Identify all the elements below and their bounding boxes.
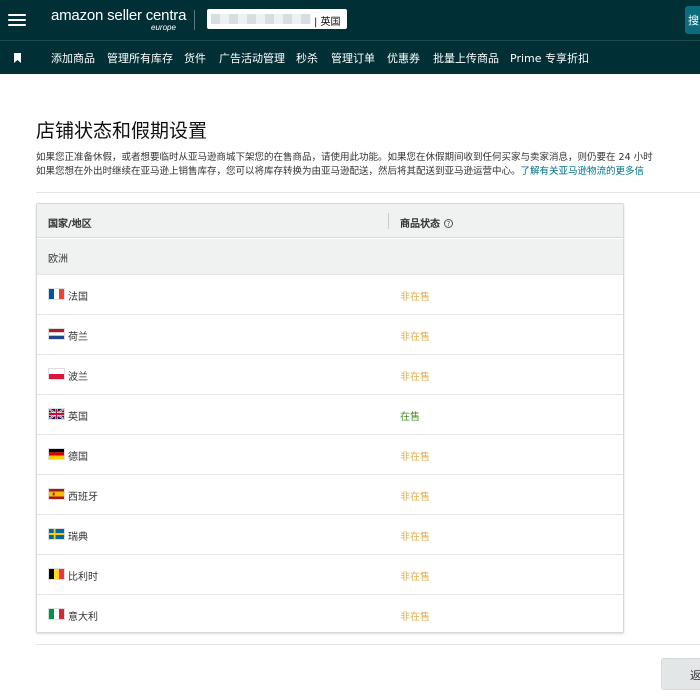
- column-header-country: 国家/地区: [48, 219, 92, 230]
- nav-item-manage-orders[interactable]: 管理订单: [331, 50, 375, 66]
- nav-item-shipments[interactable]: 货件: [184, 50, 206, 66]
- column-header-status-label: 商品状态: [400, 219, 440, 230]
- uk-flag-icon: [48, 408, 65, 420]
- store-marketplace-label: | 英国: [314, 17, 341, 28]
- nav-item-prime-discounts[interactable]: Prime 专享折扣: [510, 50, 589, 66]
- nav-item-manage-inventory[interactable]: 管理所有库存: [107, 50, 173, 66]
- germany-flag-icon: [48, 448, 65, 460]
- page-description: 如果您正准备休假，或者想要临时从亚马逊商城下架您的在售商品，请使用此功能。如果您…: [36, 151, 700, 179]
- italy-flag-icon: [48, 608, 65, 620]
- table-row: 波兰 非在售: [37, 355, 623, 395]
- status-badge: 非在售: [400, 492, 430, 503]
- status-badge: 在售: [400, 412, 420, 423]
- table-row: 荷兰 非在售: [37, 315, 623, 355]
- logo-region-label: europe: [151, 23, 176, 32]
- search-button[interactable]: 搜: [685, 6, 700, 34]
- seller-central-logo[interactable]: amazon seller centra: [51, 7, 186, 24]
- nav-item-bulk-upload[interactable]: 批量上传商品: [433, 50, 499, 66]
- main-navigation: 添加商品 管理所有库存 货件 广告活动管理 秒杀 管理订单 优惠券 批量上传商品…: [0, 40, 700, 74]
- country-name: 法国: [68, 292, 88, 303]
- sweden-flag-icon: [48, 528, 65, 540]
- nav-item-campaign-manager[interactable]: 广告活动管理: [219, 50, 285, 66]
- table-row: 西班牙 非在售: [37, 475, 623, 515]
- country-name: 瑞典: [68, 532, 88, 543]
- region-group-row: 欧洲: [37, 239, 623, 275]
- listing-status-table: 国家/地区 商品状态? 欧洲 法国 非在售 荷兰 非在售 波兰 非在售 英国 在…: [36, 203, 624, 633]
- status-badge: 非在售: [400, 332, 430, 343]
- table-row: 法国 非在售: [37, 275, 623, 315]
- column-separator: [388, 213, 389, 229]
- country-name: 英国: [68, 412, 88, 423]
- table-row: 意大利 非在售: [37, 595, 623, 635]
- france-flag-icon: [48, 288, 65, 300]
- belgium-flag-icon: [48, 568, 65, 580]
- country-name: 德国: [68, 452, 88, 463]
- country-name: 西班牙: [68, 492, 98, 503]
- status-badge: 非在售: [400, 612, 430, 623]
- back-button[interactable]: 返: [661, 658, 700, 690]
- fba-learn-more-link[interactable]: 了解有关亚马逊物流的更多信: [521, 166, 645, 177]
- hamburger-menu-icon[interactable]: [8, 11, 26, 29]
- status-badge: 非在售: [400, 572, 430, 583]
- country-name: 意大利: [68, 612, 98, 623]
- description-line-2: 如果您想在外出时继续在亚马逊上销售库存，您可以将库存转换为由亚马逊配送，然后将其…: [36, 165, 700, 179]
- country-name: 荷兰: [68, 332, 88, 343]
- store-selector[interactable]: | 英国: [207, 9, 347, 29]
- header-divider: [194, 10, 195, 30]
- section-divider: [36, 192, 700, 193]
- status-badge: 非在售: [400, 452, 430, 463]
- table-row: 英国 在售: [37, 395, 623, 435]
- table-row: 瑞典 非在售: [37, 515, 623, 555]
- description-line-2-text: 如果您想在外出时继续在亚马逊上销售库存，您可以将库存转换为由亚马逊配送，然后将其…: [36, 166, 521, 177]
- bookmark-icon[interactable]: [14, 53, 21, 63]
- table-row: 德国 非在售: [37, 435, 623, 475]
- status-badge: 非在售: [400, 292, 430, 303]
- page-title: 店铺状态和假期设置: [36, 120, 208, 142]
- store-name-redacted: [211, 14, 311, 24]
- table-row: 比利时 非在售: [37, 555, 623, 595]
- nav-item-coupons[interactable]: 优惠券: [387, 50, 420, 66]
- netherlands-flag-icon: [48, 328, 65, 340]
- nav-item-lightning-deals[interactable]: 秒杀: [296, 50, 318, 66]
- country-name: 波兰: [68, 372, 88, 383]
- column-header-status: 商品状态?: [400, 215, 453, 230]
- status-badge: 非在售: [400, 532, 430, 543]
- description-line-1: 如果您正准备休假，或者想要临时从亚马逊商城下架您的在售商品，请使用此功能。如果您…: [36, 152, 653, 163]
- footer-divider: [36, 644, 700, 645]
- poland-flag-icon: [48, 368, 65, 380]
- spain-flag-icon: [48, 488, 65, 500]
- help-icon[interactable]: ?: [444, 219, 453, 228]
- top-header: amazon seller centra europe | 英国 搜: [0, 0, 700, 40]
- nav-item-add-product[interactable]: 添加商品: [51, 50, 95, 66]
- status-badge: 非在售: [400, 372, 430, 383]
- region-group-label: 欧洲: [48, 254, 68, 265]
- table-header: 国家/地区 商品状态?: [37, 204, 623, 238]
- country-name: 比利时: [68, 572, 98, 583]
